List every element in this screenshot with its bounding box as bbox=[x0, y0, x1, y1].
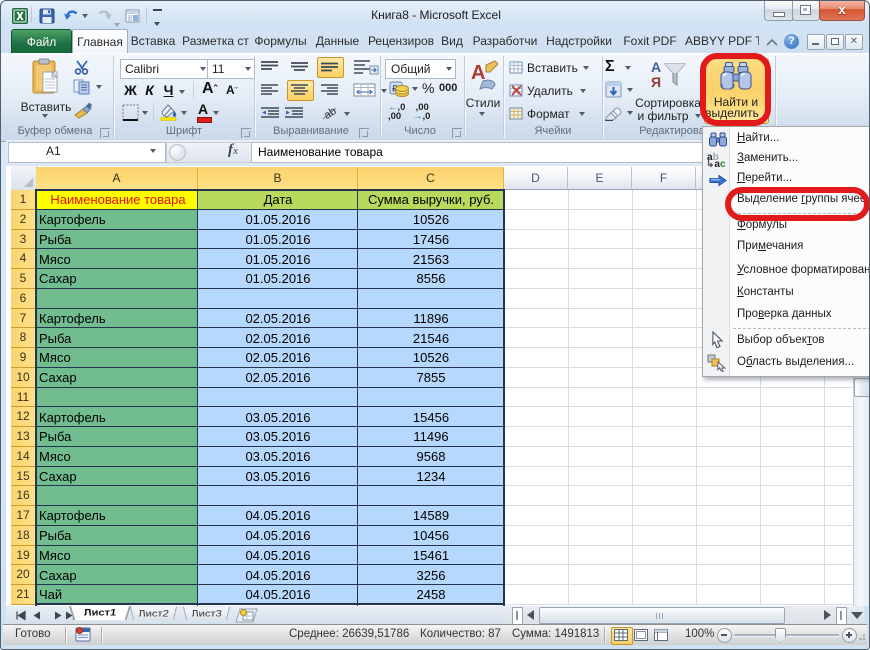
svg-text:Я: Я bbox=[651, 74, 661, 90]
svg-text:А: А bbox=[651, 59, 661, 75]
svg-text:ab: ab bbox=[322, 105, 339, 122]
